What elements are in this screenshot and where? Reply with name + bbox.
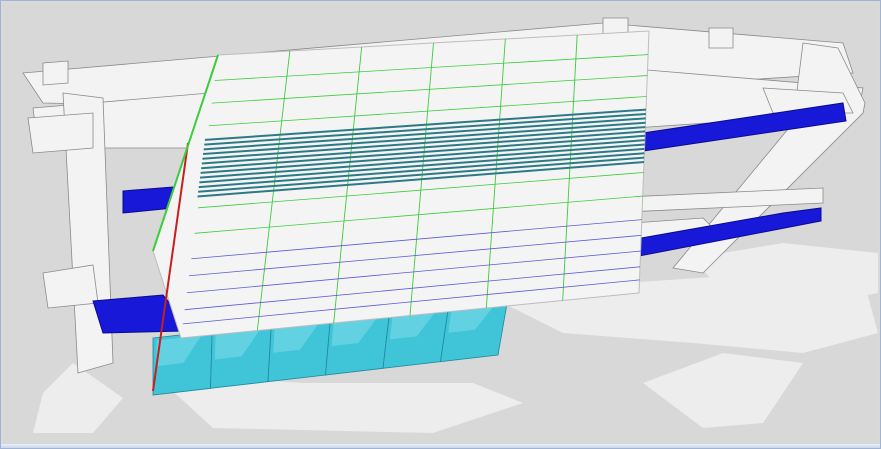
- frame-member: [42, 60, 69, 86]
- frame-member: [708, 27, 734, 49]
- frame-member: [42, 264, 99, 309]
- upper-blue-beam: [122, 186, 174, 214]
- window-bottom-border: [1, 444, 880, 448]
- 3d-scene[interactable]: [3, 3, 878, 444]
- frame-member: [27, 112, 94, 154]
- model-viewer-window: [0, 0, 881, 449]
- 3d-viewport[interactable]: [3, 3, 878, 444]
